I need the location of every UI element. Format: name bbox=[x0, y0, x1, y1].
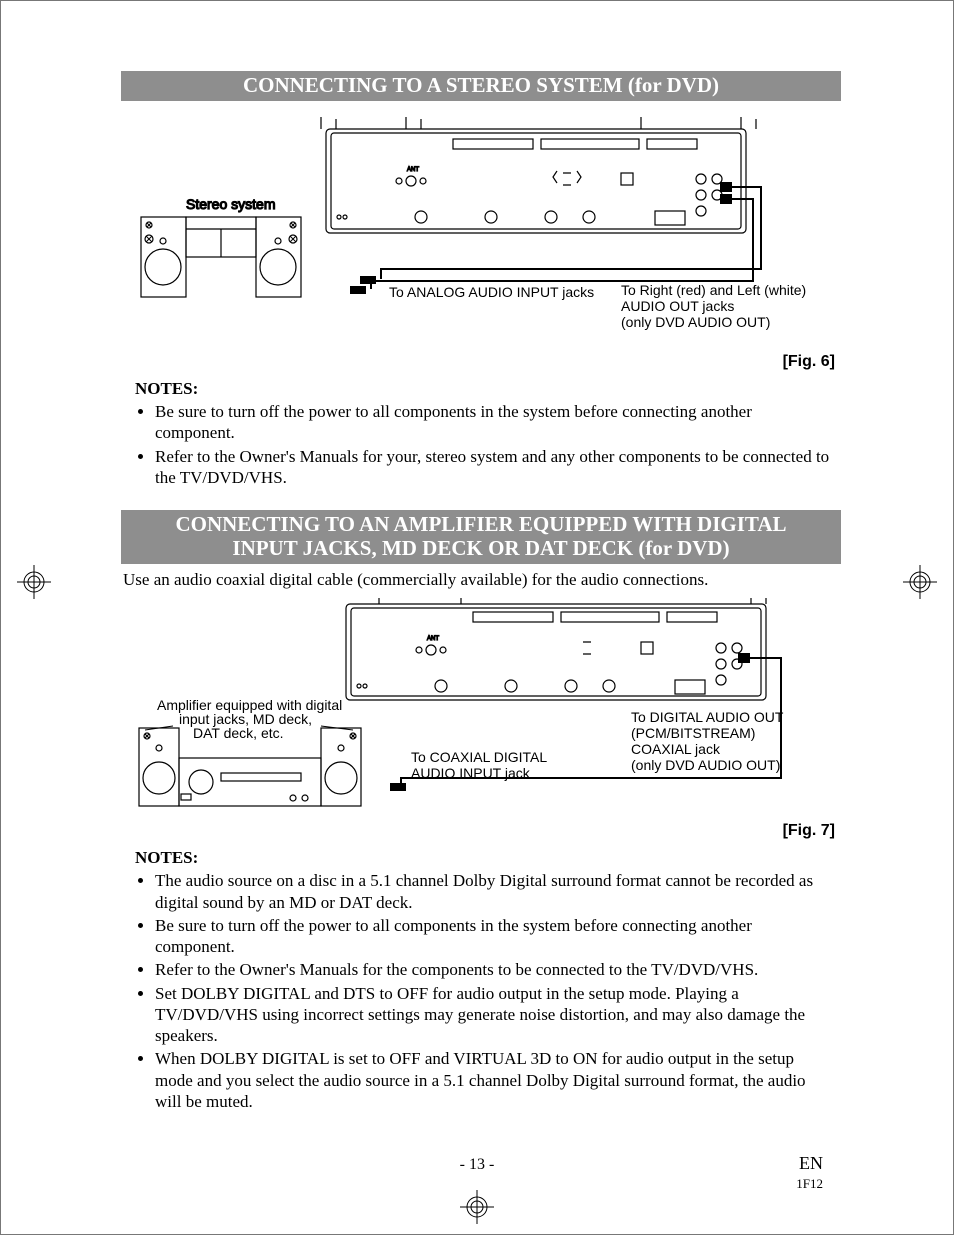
svg-text:(only DVD AUDIO OUT): (only DVD AUDIO OUT) bbox=[631, 757, 780, 773]
svg-text:(PCM/BITSTREAM): (PCM/BITSTREAM) bbox=[631, 725, 755, 741]
fig6-label: [Fig. 6] bbox=[121, 353, 835, 371]
section2-header: CONNECTING TO AN AMPLIFIER EQUIPPED WITH… bbox=[121, 510, 841, 564]
registration-mark-icon bbox=[903, 565, 937, 599]
svg-text:To ANALOG AUDIO INPUT jacks: To ANALOG AUDIO INPUT jacks bbox=[389, 284, 594, 300]
notes-heading: NOTES: bbox=[135, 379, 841, 399]
note-item: Refer to the Owner's Manuals for your, s… bbox=[155, 446, 831, 489]
section1-header: CONNECTING TO A STEREO SYSTEM (for DVD) bbox=[121, 71, 841, 101]
fig7-label: [Fig. 7] bbox=[121, 822, 835, 840]
section2-intro: Use an audio coaxial digital cable (comm… bbox=[123, 570, 841, 590]
note-item: Refer to the Owner's Manuals for the com… bbox=[155, 959, 831, 980]
svg-text:Stereo system: Stereo system bbox=[186, 196, 275, 212]
section2-notes: The audio source on a disc in a 5.1 chan… bbox=[135, 870, 841, 1112]
svg-text:AUDIO OUT jacks: AUDIO OUT jacks bbox=[621, 298, 734, 314]
registration-mark-icon bbox=[460, 1190, 494, 1224]
note-item: Be sure to turn off the power to all com… bbox=[155, 401, 831, 444]
svg-text:(only DVD AUDIO OUT): (only DVD AUDIO OUT) bbox=[621, 314, 770, 330]
note-item: Be sure to turn off the power to all com… bbox=[155, 915, 831, 958]
note-item: When DOLBY DIGITAL is set to OFF and VIR… bbox=[155, 1048, 831, 1112]
fig6-diagram: ANT bbox=[121, 109, 841, 349]
svg-text:ANT: ANT bbox=[407, 167, 419, 173]
svg-text:To COAXIAL DIGITAL: To COAXIAL DIGITAL bbox=[411, 749, 547, 765]
svg-text:DAT deck, etc.: DAT deck, etc. bbox=[193, 725, 284, 741]
svg-text:To Right (red) and Left (white: To Right (red) and Left (white) bbox=[621, 282, 806, 298]
note-item: The audio source on a disc in a 5.1 chan… bbox=[155, 870, 831, 913]
manual-page: CONNECTING TO A STEREO SYSTEM (for DVD) … bbox=[0, 0, 954, 1235]
svg-text:ANT: ANT bbox=[427, 636, 439, 642]
section1-notes: Be sure to turn off the power to all com… bbox=[135, 401, 841, 488]
svg-text:To DIGITAL AUDIO OUT: To DIGITAL AUDIO OUT bbox=[631, 709, 784, 725]
page-number: - 13 - bbox=[460, 1156, 495, 1174]
doc-code: 1F12 bbox=[796, 1176, 823, 1192]
section2-title-line2: INPUT JACKS, MD DECK OR DAT DECK (for DV… bbox=[232, 536, 729, 560]
registration-mark-icon bbox=[17, 565, 51, 599]
section2-title-line1: CONNECTING TO AN AMPLIFIER EQUIPPED WITH… bbox=[175, 512, 786, 536]
svg-text:AUDIO INPUT jack: AUDIO INPUT jack bbox=[411, 765, 531, 781]
svg-text:COAXIAL jack: COAXIAL jack bbox=[631, 741, 721, 757]
note-item: Set DOLBY DIGITAL and DTS to OFF for aud… bbox=[155, 983, 831, 1047]
fig7-diagram: ANT bbox=[121, 598, 841, 818]
language-code: EN bbox=[799, 1153, 823, 1174]
notes-heading: NOTES: bbox=[135, 848, 841, 868]
